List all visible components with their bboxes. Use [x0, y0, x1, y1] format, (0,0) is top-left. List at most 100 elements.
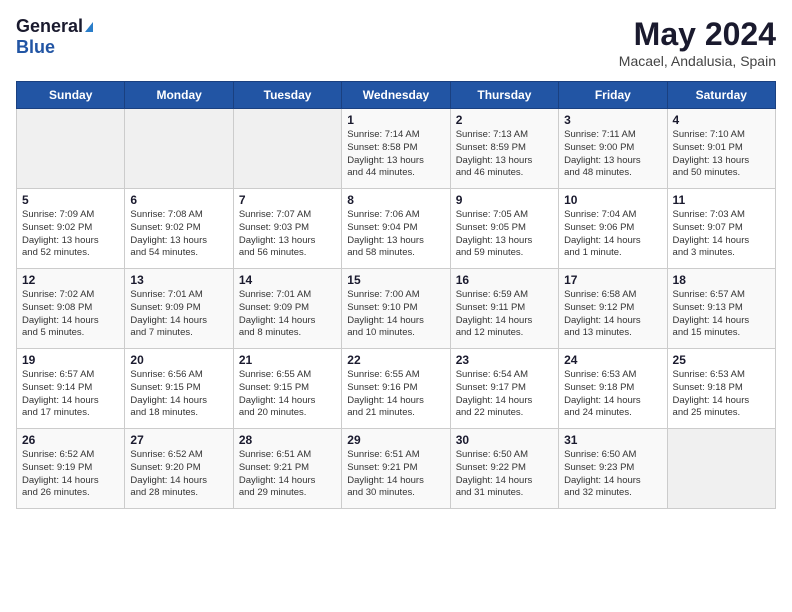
day-number: 21 — [239, 353, 336, 367]
day-number: 18 — [673, 273, 770, 287]
day-number: 24 — [564, 353, 661, 367]
day-number: 2 — [456, 113, 553, 127]
calendar-cell: 8 Sunrise: 7:06 AMSunset: 9:04 PMDaylight… — [342, 189, 450, 269]
calendar-cell: 14 Sunrise: 7:01 AMSunset: 9:09 PMDayligh… — [233, 269, 341, 349]
logo-flag-icon — [85, 22, 93, 32]
calendar-cell: 3 Sunrise: 7:11 AMSunset: 9:00 PMDaylight… — [559, 109, 667, 189]
cell-details: Sunrise: 6:57 AMSunset: 9:14 PMDaylight:… — [22, 369, 119, 420]
day-number: 1 — [347, 113, 444, 127]
cell-details: Sunrise: 7:11 AMSunset: 9:00 PMDaylight:… — [564, 129, 661, 180]
day-number: 17 — [564, 273, 661, 287]
cell-details: Sunrise: 6:53 AMSunset: 9:18 PMDaylight:… — [564, 369, 661, 420]
cell-details: Sunrise: 6:58 AMSunset: 9:12 PMDaylight:… — [564, 289, 661, 340]
calendar-cell: 20Sunrise: 6:56 AMSunset: 9:15 PMDayligh… — [125, 349, 233, 429]
cell-details: Sunrise: 7:06 AMSunset: 9:04 PMDaylight:… — [347, 209, 444, 260]
cell-details: Sunrise: 7:10 AMSunset: 9:01 PMDaylight:… — [673, 129, 770, 180]
calendar-cell: 1 Sunrise: 7:14 AMSunset: 8:58 PMDaylight… — [342, 109, 450, 189]
day-number: 9 — [456, 193, 553, 207]
calendar-cell: 31 Sunrise: 6:50 AMSunset: 9:23 PMDayligh… — [559, 429, 667, 509]
calendar-cell: 4 Sunrise: 7:10 AMSunset: 9:01 PMDaylight… — [667, 109, 775, 189]
cell-details: Sunrise: 6:51 AMSunset: 9:21 PMDaylight:… — [347, 449, 444, 500]
day-number: 16 — [456, 273, 553, 287]
day-number: 25 — [673, 353, 770, 367]
location: Macael, Andalusia, Spain — [619, 53, 776, 69]
calendar-cell: 11Sunrise: 7:03 AMSunset: 9:07 PMDayligh… — [667, 189, 775, 269]
calendar-cell — [667, 429, 775, 509]
calendar-week-2: 5 Sunrise: 7:09 AMSunset: 9:02 PMDaylight… — [17, 189, 776, 269]
day-header-saturday: Saturday — [667, 82, 775, 109]
cell-details: Sunrise: 6:55 AMSunset: 9:15 PMDaylight:… — [239, 369, 336, 420]
day-number: 19 — [22, 353, 119, 367]
day-number: 14 — [239, 273, 336, 287]
cell-details: Sunrise: 6:51 AMSunset: 9:21 PMDaylight:… — [239, 449, 336, 500]
calendar-cell: 27 Sunrise: 6:52 AMSunset: 9:20 PMDayligh… — [125, 429, 233, 509]
calendar-cell: 26Sunrise: 6:52 AMSunset: 9:19 PMDayligh… — [17, 429, 125, 509]
cell-details: Sunrise: 6:52 AMSunset: 9:20 PMDaylight:… — [130, 449, 227, 500]
calendar-cell: 2Sunrise: 7:13 AMSunset: 8:59 PMDaylight… — [450, 109, 558, 189]
calendar-cell: 22 Sunrise: 6:55 AMSunset: 9:16 PMDayligh… — [342, 349, 450, 429]
cell-details: Sunrise: 6:59 AMSunset: 9:11 PMDaylight:… — [456, 289, 553, 340]
cell-details: Sunrise: 7:05 AMSunset: 9:05 PMDaylight:… — [456, 209, 553, 260]
calendar-cell — [125, 109, 233, 189]
day-number: 8 — [347, 193, 444, 207]
calendar-cell: 15 Sunrise: 7:00 AMSunset: 9:10 PMDayligh… — [342, 269, 450, 349]
calendar-cell: 12 Sunrise: 7:02 AMSunset: 9:08 PMDayligh… — [17, 269, 125, 349]
cell-details: Sunrise: 7:03 AMSunset: 9:07 PMDaylight:… — [673, 209, 770, 260]
calendar-cell: 18Sunrise: 6:57 AMSunset: 9:13 PMDayligh… — [667, 269, 775, 349]
calendar-cell: 23Sunrise: 6:54 AMSunset: 9:17 PMDayligh… — [450, 349, 558, 429]
header-row: SundayMondayTuesdayWednesdayThursdayFrid… — [17, 82, 776, 109]
day-number: 30 — [456, 433, 553, 447]
day-number: 6 — [130, 193, 227, 207]
day-header-tuesday: Tuesday — [233, 82, 341, 109]
logo-general-text: General — [16, 16, 83, 37]
day-number: 28 — [239, 433, 336, 447]
day-number: 3 — [564, 113, 661, 127]
day-number: 12 — [22, 273, 119, 287]
month-title: May 2024 — [619, 16, 776, 53]
cell-details: Sunrise: 7:14 AMSunset: 8:58 PMDaylight:… — [347, 129, 444, 180]
header: General Blue May 2024 Macael, Andalusia,… — [16, 16, 776, 69]
calendar-cell: 13Sunrise: 7:01 AMSunset: 9:09 PMDayligh… — [125, 269, 233, 349]
day-number: 27 — [130, 433, 227, 447]
calendar-week-3: 12 Sunrise: 7:02 AMSunset: 9:08 PMDayligh… — [17, 269, 776, 349]
day-header-thursday: Thursday — [450, 82, 558, 109]
cell-details: Sunrise: 6:50 AMSunset: 9:23 PMDaylight:… — [564, 449, 661, 500]
logo: General Blue — [16, 16, 93, 58]
cell-details: Sunrise: 7:09 AMSunset: 9:02 PMDaylight:… — [22, 209, 119, 260]
calendar-cell — [233, 109, 341, 189]
cell-details: Sunrise: 6:55 AMSunset: 9:16 PMDaylight:… — [347, 369, 444, 420]
day-header-monday: Monday — [125, 82, 233, 109]
calendar-week-5: 26Sunrise: 6:52 AMSunset: 9:19 PMDayligh… — [17, 429, 776, 509]
cell-details: Sunrise: 7:08 AMSunset: 9:02 PMDaylight:… — [130, 209, 227, 260]
day-number: 5 — [22, 193, 119, 207]
calendar-cell: 17 Sunrise: 6:58 AMSunset: 9:12 PMDayligh… — [559, 269, 667, 349]
day-number: 22 — [347, 353, 444, 367]
calendar-week-4: 19 Sunrise: 6:57 AMSunset: 9:14 PMDayligh… — [17, 349, 776, 429]
calendar-cell: 24 Sunrise: 6:53 AMSunset: 9:18 PMDayligh… — [559, 349, 667, 429]
calendar-cell: 7Sunrise: 7:07 AMSunset: 9:03 PMDaylight… — [233, 189, 341, 269]
cell-details: Sunrise: 6:50 AMSunset: 9:22 PMDaylight:… — [456, 449, 553, 500]
cell-details: Sunrise: 7:00 AMSunset: 9:10 PMDaylight:… — [347, 289, 444, 340]
day-header-wednesday: Wednesday — [342, 82, 450, 109]
day-number: 15 — [347, 273, 444, 287]
calendar-cell: 30 Sunrise: 6:50 AMSunset: 9:22 PMDayligh… — [450, 429, 558, 509]
calendar-cell: 29Sunrise: 6:51 AMSunset: 9:21 PMDayligh… — [342, 429, 450, 509]
day-number: 20 — [130, 353, 227, 367]
day-number: 23 — [456, 353, 553, 367]
calendar-cell: 21 Sunrise: 6:55 AMSunset: 9:15 PMDayligh… — [233, 349, 341, 429]
day-number: 13 — [130, 273, 227, 287]
day-header-sunday: Sunday — [17, 82, 125, 109]
day-number: 31 — [564, 433, 661, 447]
cell-details: Sunrise: 7:02 AMSunset: 9:08 PMDaylight:… — [22, 289, 119, 340]
calendar-cell: 6 Sunrise: 7:08 AMSunset: 9:02 PMDaylight… — [125, 189, 233, 269]
cell-details: Sunrise: 6:52 AMSunset: 9:19 PMDaylight:… — [22, 449, 119, 500]
day-number: 4 — [673, 113, 770, 127]
logo-blue-text: Blue — [16, 37, 55, 57]
day-number: 7 — [239, 193, 336, 207]
calendar-cell: 9 Sunrise: 7:05 AMSunset: 9:05 PMDaylight… — [450, 189, 558, 269]
calendar-cell: 28 Sunrise: 6:51 AMSunset: 9:21 PMDayligh… — [233, 429, 341, 509]
cell-details: Sunrise: 7:01 AMSunset: 9:09 PMDaylight:… — [239, 289, 336, 340]
calendar-body: 1 Sunrise: 7:14 AMSunset: 8:58 PMDaylight… — [17, 109, 776, 509]
calendar-week-1: 1 Sunrise: 7:14 AMSunset: 8:58 PMDaylight… — [17, 109, 776, 189]
calendar-cell — [17, 109, 125, 189]
